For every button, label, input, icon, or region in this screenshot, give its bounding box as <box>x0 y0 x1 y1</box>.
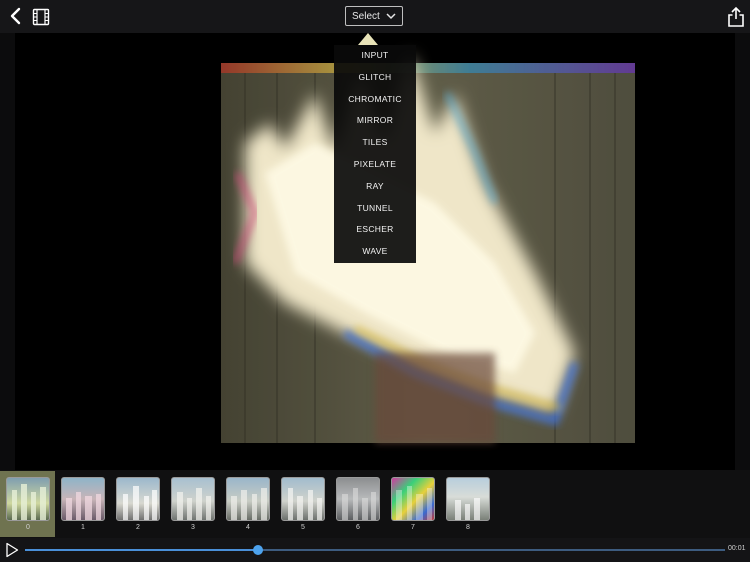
menu-item-pixelate[interactable]: PIXELATE <box>334 154 416 176</box>
frame-thumbnail-4[interactable] <box>226 477 270 521</box>
frame-thumbnail-7[interactable] <box>391 477 435 521</box>
film-strip-icon[interactable] <box>32 8 50 26</box>
menu-item-escher[interactable]: ESCHER <box>334 219 416 241</box>
frame-label: 1 <box>81 524 85 531</box>
scrubber-handle[interactable] <box>253 545 264 555</box>
frame-label: 4 <box>246 524 250 531</box>
frame-thumbnail-5[interactable] <box>281 477 325 521</box>
back-chevron-icon[interactable] <box>6 6 26 26</box>
current-time: 00:01 <box>728 545 746 552</box>
menu-item-chromatic[interactable]: CHROMATIC <box>334 89 416 111</box>
chevron-down-icon <box>386 13 396 20</box>
frame-thumbnail-3[interactable] <box>171 477 215 521</box>
frame-label: 5 <box>301 524 305 531</box>
frame-thumbnail-8[interactable] <box>446 477 490 521</box>
play-icon[interactable] <box>5 542 19 558</box>
frame-thumbnail-0[interactable] <box>6 477 50 521</box>
menu-item-tunnel[interactable]: TUNNEL <box>334 198 416 220</box>
frame-thumbnail-1[interactable] <box>61 477 105 521</box>
frame-label: 3 <box>191 524 195 531</box>
frame-thumbnail-2[interactable] <box>116 477 160 521</box>
frame-label: 0 <box>26 524 30 531</box>
timeline-progress <box>25 549 259 551</box>
frame-thumbnail-6[interactable] <box>336 477 380 521</box>
frame-label: 7 <box>411 524 415 531</box>
frame-label: 2 <box>136 524 140 531</box>
effects-menu: INPUT GLITCH CHROMATIC MIRROR TILES PIXE… <box>334 33 416 263</box>
timeline-scrubber[interactable] <box>25 549 725 551</box>
menu-item-input[interactable]: INPUT <box>334 45 416 67</box>
frame-strip: 0 1 2 3 4 5 6 7 8 <box>0 470 750 538</box>
playback-bar: 00:01 <box>0 538 750 562</box>
menu-item-tiles[interactable]: TILES <box>334 132 416 154</box>
frame-label: 6 <box>356 524 360 531</box>
frame-label: 8 <box>466 524 470 531</box>
menu-item-mirror[interactable]: MIRROR <box>334 110 416 132</box>
select-label: Select <box>352 10 380 22</box>
menu-item-wave[interactable]: WAVE <box>334 241 416 263</box>
menu-item-glitch[interactable]: GLITCH <box>334 67 416 89</box>
menu-item-ray[interactable]: RAY <box>334 176 416 198</box>
menu-caret <box>358 33 378 45</box>
top-toolbar: Select <box>0 0 750 33</box>
share-icon[interactable] <box>726 6 746 28</box>
effect-select-dropdown[interactable]: Select <box>345 6 403 26</box>
